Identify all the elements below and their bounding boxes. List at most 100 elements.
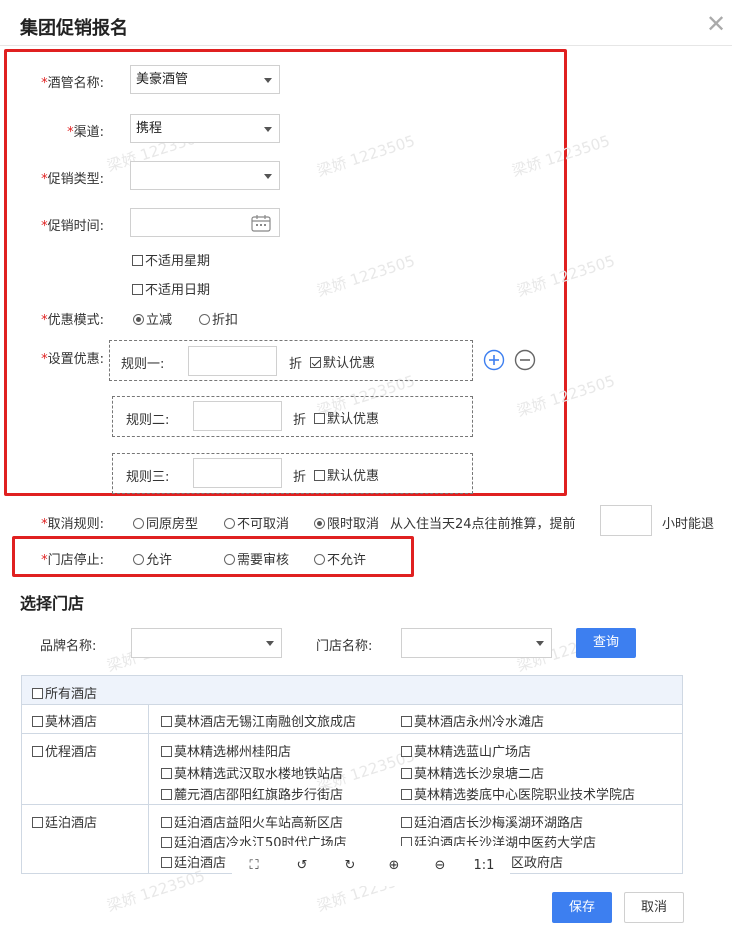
close-icon[interactable]: ✕ <box>706 12 726 36</box>
rotate-left-icon[interactable]: ↺ <box>280 858 324 873</box>
store-checkbox[interactable]: 莫林酒店无锡江南融创文旅成店 <box>161 711 356 730</box>
actual-size-button[interactable]: 1:1 <box>462 858 506 873</box>
column-divider <box>148 705 149 873</box>
all-hotels-checkbox[interactable]: 所有酒店 <box>32 683 97 702</box>
zoom-out-icon[interactable]: ⊖ <box>418 858 462 873</box>
promo-type-select[interactable] <box>130 161 280 190</box>
mode-discount-radio[interactable]: 折扣 <box>199 309 238 328</box>
cancel-none-radio[interactable]: 不可取消 <box>224 513 289 532</box>
group-checkbox[interactable]: 莫林酒店 <box>32 711 97 730</box>
checkbox-icon <box>161 837 172 848</box>
chevron-down-icon <box>264 174 272 179</box>
store-checkbox[interactable]: 莫林精选长沙泉塘二店 <box>401 763 544 782</box>
add-rule-icon[interactable] <box>483 349 505 371</box>
dialog-title: 集团促销报名 <box>20 18 128 39</box>
rule-2-default-checkbox[interactable]: 默认优惠 <box>314 408 379 427</box>
checkbox-icon <box>32 817 43 828</box>
cancel-limited-radio[interactable]: 限时取消 <box>314 513 379 532</box>
chevron-down-icon <box>266 641 274 646</box>
stop-deny-radio[interactable]: 不允许 <box>314 549 366 568</box>
save-button[interactable]: 保存 <box>552 892 612 923</box>
rule-3-input[interactable] <box>193 458 282 488</box>
promo-type-label: *促销类型: <box>41 172 104 187</box>
rule-2-input[interactable] <box>193 401 282 431</box>
checkbox-icon <box>161 716 172 727</box>
store-checkbox[interactable]: 廷泊酒店益阳火车站高新区店 <box>161 812 343 831</box>
chevron-down-icon <box>536 641 544 646</box>
cancel-rule-label: *取消规则: <box>41 517 104 532</box>
checkbox-icon <box>132 284 143 295</box>
store-checkbox[interactable]: 莫林精选武汉取水楼地铁站店 <box>161 763 343 782</box>
exclude-weekday-checkbox[interactable]: 不适用星期 <box>132 250 210 269</box>
checkbox-icon <box>401 768 412 779</box>
mode-reduce-radio[interactable]: 立减 <box>133 309 172 328</box>
radio-icon <box>133 554 144 565</box>
rule-label: 规则一: <box>121 357 165 372</box>
radio-icon <box>133 314 144 325</box>
group-checkbox[interactable]: 廷泊酒店 <box>32 812 97 831</box>
rotate-right-icon[interactable]: ↻ <box>328 858 372 873</box>
rule-unit: 折 <box>289 357 303 372</box>
store-checkbox[interactable]: 莫林精选蓝山广场店 <box>401 741 531 760</box>
cancel-hours-input[interactable] <box>600 505 652 536</box>
title-divider <box>0 45 732 46</box>
brand-label: 品牌名称: <box>40 639 97 654</box>
rule-unit: 折 <box>293 413 307 428</box>
brand-select[interactable] <box>131 628 282 658</box>
hotel-select[interactable]: 美豪酒管 <box>130 65 280 94</box>
exclude-date-checkbox[interactable]: 不适用日期 <box>132 279 210 298</box>
query-button[interactable]: 查询 <box>576 628 636 658</box>
checkbox-icon <box>161 817 172 828</box>
checkbox-icon <box>32 716 43 727</box>
rule-3-default-checkbox[interactable]: 默认优惠 <box>314 465 379 484</box>
checkbox-icon <box>401 746 412 757</box>
section-title: 选择门店 <box>20 594 85 613</box>
checkbox-icon <box>401 716 412 727</box>
rule-1-default-checkbox[interactable]: 默认优惠 <box>310 352 375 371</box>
zoom-in-icon[interactable]: ⊕ <box>372 858 416 873</box>
checkbox-icon <box>32 688 43 699</box>
hotel-label: *酒管名称: <box>41 76 104 91</box>
checkbox-icon <box>161 768 172 779</box>
radio-icon <box>224 554 235 565</box>
calendar-icon[interactable] <box>251 214 271 232</box>
table-header <box>22 676 682 705</box>
image-toolbar: ⛶ ↺ ↻ ⊕ ⊖ 1:1 <box>232 846 510 886</box>
radio-icon <box>224 518 235 529</box>
remove-rule-icon[interactable] <box>514 349 536 371</box>
promo-time-label: *促销时间: <box>41 219 104 234</box>
store-checkbox[interactable]: 莫林精选郴州桂阳店 <box>161 741 291 760</box>
store-checkbox[interactable]: 廷泊酒店 <box>161 852 226 871</box>
checkbox-icon <box>32 746 43 757</box>
channel-select[interactable]: 携程 <box>130 114 280 143</box>
cancel-button[interactable]: 取消 <box>624 892 684 923</box>
cancel-same-room-radio[interactable]: 同原房型 <box>133 513 198 532</box>
store-name-label: 门店名称: <box>316 639 373 654</box>
store-checkbox[interactable]: 麓元酒店邵阳红旗路步行街店 <box>161 784 343 803</box>
checkbox-icon <box>314 413 325 424</box>
checkbox-icon <box>401 789 412 800</box>
checkbox-icon <box>161 857 172 868</box>
stop-allow-radio[interactable]: 允许 <box>133 549 172 568</box>
rule-label: 规则二: <box>126 413 170 428</box>
store-checkbox[interactable]: 廷泊酒店长沙梅溪湖环湖路店 <box>401 812 583 831</box>
checkbox-icon <box>161 789 172 800</box>
radio-icon <box>199 314 210 325</box>
row-divider <box>22 733 682 734</box>
radio-icon <box>133 518 144 529</box>
stop-review-radio[interactable]: 需要审核 <box>224 549 289 568</box>
checkbox-icon <box>310 357 321 368</box>
store-name-select[interactable] <box>401 628 552 658</box>
fullscreen-icon[interactable]: ⛶ <box>232 858 276 873</box>
checkbox-icon <box>161 746 172 757</box>
discount-mode-label: *优惠模式: <box>41 313 104 328</box>
store-checkbox[interactable]: 莫林精选娄底中心医院职业技术学院店 <box>401 784 635 803</box>
channel-select-value: 携程 <box>136 121 163 136</box>
store-checkbox[interactable]: 莫林酒店永州冷水滩店 <box>401 711 544 730</box>
rule-1-input[interactable] <box>188 346 277 376</box>
radio-icon <box>314 518 325 529</box>
group-checkbox[interactable]: 优程酒店 <box>32 741 97 760</box>
cancel-suffix: 小时能退 <box>662 517 715 532</box>
promo-time-input[interactable] <box>130 208 280 237</box>
row-divider <box>22 804 682 805</box>
